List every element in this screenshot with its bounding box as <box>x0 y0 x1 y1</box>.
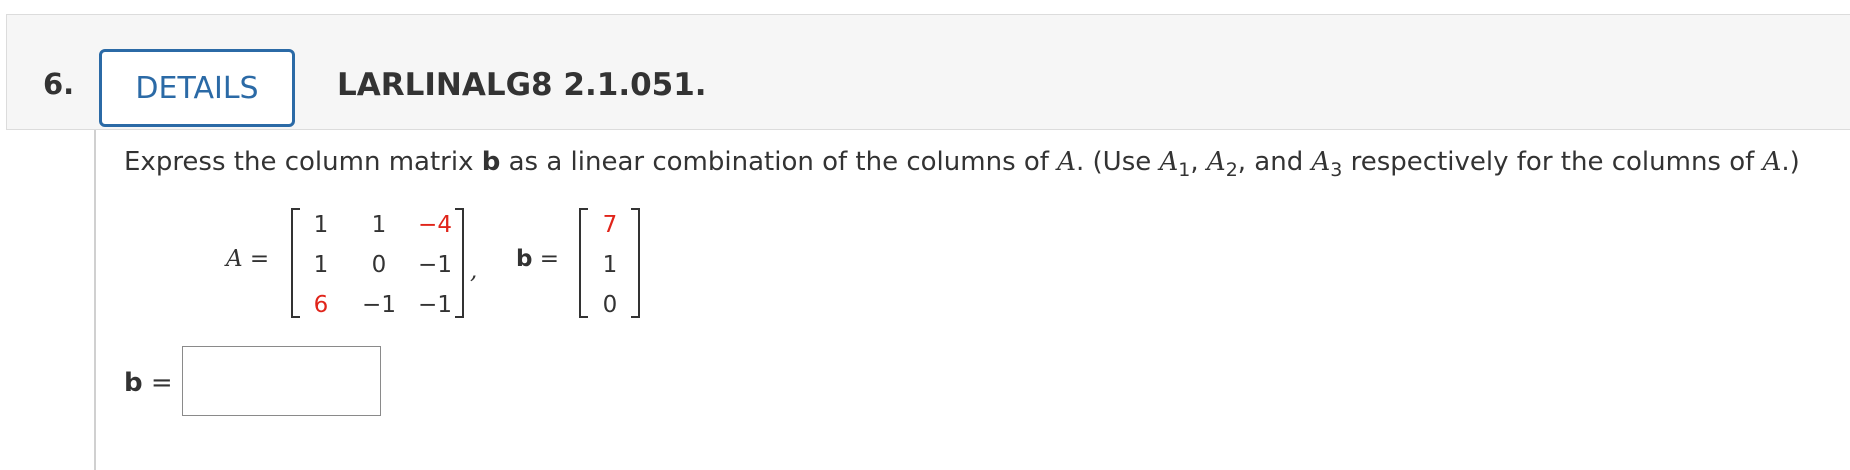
prompt-A3: A <box>1311 147 1331 177</box>
prompt-text-4: respectively for the columns of <box>1342 147 1763 177</box>
matrix-A-cell: 0 <box>371 252 387 278</box>
answer-equals: = <box>142 368 173 398</box>
matrix-A-symbol: A <box>226 246 243 272</box>
vector-b-right-bracket <box>631 208 640 318</box>
question-number: 6. <box>43 67 75 101</box>
prompt-text-2: as a linear combination of the columns o… <box>500 147 1058 177</box>
prompt-matrix-A: A <box>1057 147 1076 177</box>
matrix-separator-comma: , <box>470 258 478 284</box>
answer-vector-b: b <box>124 368 143 398</box>
matrix-A-cell: 1 <box>371 212 387 238</box>
prompt-A2-sub: 2 <box>1225 159 1238 181</box>
prompt-vector-b: b <box>481 147 501 177</box>
left-divider <box>94 130 96 470</box>
answer-input[interactable] <box>182 346 381 416</box>
vector-b-equals: = <box>532 246 560 272</box>
matrix-A-cell: −1 <box>418 292 452 318</box>
question-header: 6. DETAILS LARLINALG8 2.1.051. <box>6 14 1850 130</box>
prompt-sep-1: , <box>1190 147 1207 177</box>
prompt-sep-2: , and <box>1237 147 1312 177</box>
question-page: 6. DETAILS LARLINALG8 2.1.051. Express t… <box>0 0 1850 470</box>
vector-b-label: b = <box>516 246 559 272</box>
prompt-A2: A <box>1206 147 1226 177</box>
question-code: LARLINALG8 2.1.051. <box>337 67 707 103</box>
prompt-A1-sub: 1 <box>1178 159 1191 181</box>
matrix-A-cell: 1 <box>313 212 329 238</box>
matrix-A-cell: 6 <box>313 292 329 318</box>
matrix-A-cell: 1 <box>313 252 329 278</box>
prompt-text-3: . (Use <box>1075 147 1160 177</box>
prompt-A1: A <box>1159 147 1179 177</box>
matrix-A-label: A = <box>226 246 269 272</box>
question-prompt: Express the column matrix b as a linear … <box>124 147 1800 181</box>
matrix-A-cell: −4 <box>418 212 452 238</box>
prompt-text-1: Express the column matrix <box>124 147 482 177</box>
answer-label: b = <box>124 368 173 398</box>
prompt-text-5: .) <box>1781 147 1800 177</box>
vector-b-symbol: b <box>516 246 533 272</box>
vector-b-cell: 1 <box>602 252 618 278</box>
prompt-A3-sub: 3 <box>1330 159 1343 181</box>
prompt-matrix-A-end: A <box>1762 147 1782 177</box>
matrix-A-equals: = <box>242 246 270 272</box>
matrix-A-cell: −1 <box>418 252 452 278</box>
vector-b-cell: 7 <box>602 212 618 238</box>
details-button[interactable]: DETAILS <box>99 49 295 127</box>
vector-b-left-bracket <box>579 208 588 318</box>
matrix-A-cell: −1 <box>362 292 396 318</box>
vector-b-cell: 0 <box>602 292 618 318</box>
